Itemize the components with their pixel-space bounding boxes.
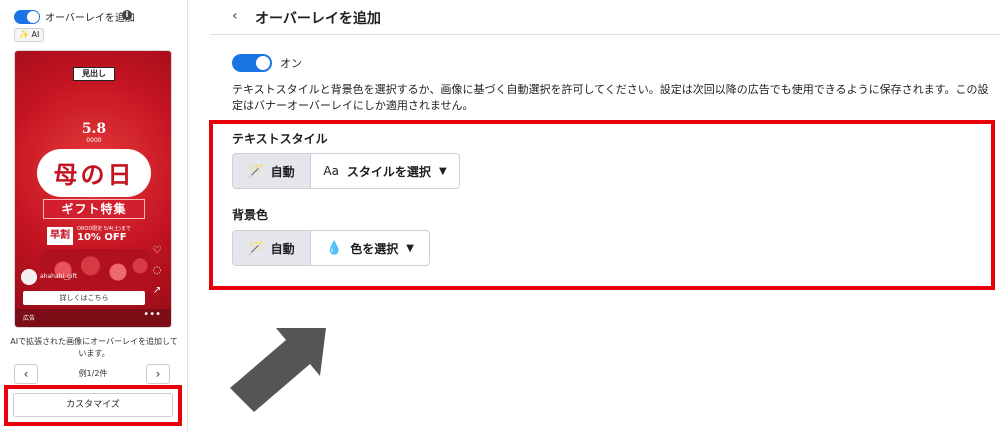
avatar bbox=[21, 269, 37, 285]
customize-highlight bbox=[4, 385, 182, 426]
chevron-right-icon: › bbox=[155, 367, 161, 381]
back-icon[interactable]: ‹ bbox=[232, 8, 238, 24]
discount-note: OROO限定 5/4(土)まで bbox=[77, 226, 131, 232]
side-icons: ♡ ◌ ↗ bbox=[149, 241, 165, 301]
toggle-state-label: オン bbox=[280, 57, 302, 70]
ai-caption: AIで拡張された画像にオーバーレイを追加しています。 bbox=[10, 337, 178, 358]
early-badge: 早割 bbox=[47, 227, 73, 245]
info-icon[interactable]: i bbox=[122, 10, 132, 20]
description: テキストスタイルと背景色を選択するか、画像に基づく自動選択を許可してください。設… bbox=[232, 83, 989, 112]
like-icon: ♡ bbox=[152, 245, 162, 256]
discount-text: 10% OFF bbox=[77, 232, 127, 243]
preview-date-sub: 0000 bbox=[86, 137, 102, 144]
account-name: ahahahi_gift bbox=[40, 273, 77, 280]
divider bbox=[210, 34, 1000, 35]
chevron-left-icon: ‹ bbox=[23, 367, 29, 381]
settings-highlight bbox=[209, 120, 995, 290]
overlay-toggle[interactable] bbox=[14, 10, 40, 24]
share-icon: ↗ bbox=[152, 285, 162, 296]
comment-icon: ◌ bbox=[152, 265, 162, 276]
cta-button: 詳しくはこちら bbox=[23, 291, 145, 305]
prev-example-button[interactable]: ‹ bbox=[14, 364, 38, 384]
flowers-image bbox=[41, 249, 151, 291]
gift-banner: ギフト特集 bbox=[43, 199, 145, 219]
page-title: オーバーレイを追加 bbox=[255, 11, 381, 27]
preview-date: 5.8 bbox=[81, 121, 107, 137]
ad-preview: 見出し 5.8 0000 母の日 ギフト特集 早割 OROO限定 5/4(土)ま… bbox=[14, 50, 172, 328]
preview-panel: オーバーレイを追加 i ✨ AI 見出し 5.8 0000 母の日 ギフト特集 … bbox=[0, 0, 188, 431]
example-count: 例1/2件 bbox=[78, 369, 108, 378]
toggle-knob bbox=[256, 56, 270, 70]
preview-title: 母の日 bbox=[53, 160, 135, 189]
toggle-knob bbox=[27, 11, 39, 23]
ai-badge: ✨ AI bbox=[14, 28, 45, 42]
pointer-arrow-icon bbox=[230, 328, 326, 412]
ad-label: 広告 bbox=[23, 315, 36, 322]
next-example-button[interactable]: › bbox=[146, 364, 170, 384]
heading-chip: 見出し bbox=[73, 67, 115, 81]
arrow-shape bbox=[230, 328, 326, 412]
overlay-on-toggle[interactable] bbox=[232, 54, 272, 72]
more-icon: ••• bbox=[143, 309, 161, 320]
